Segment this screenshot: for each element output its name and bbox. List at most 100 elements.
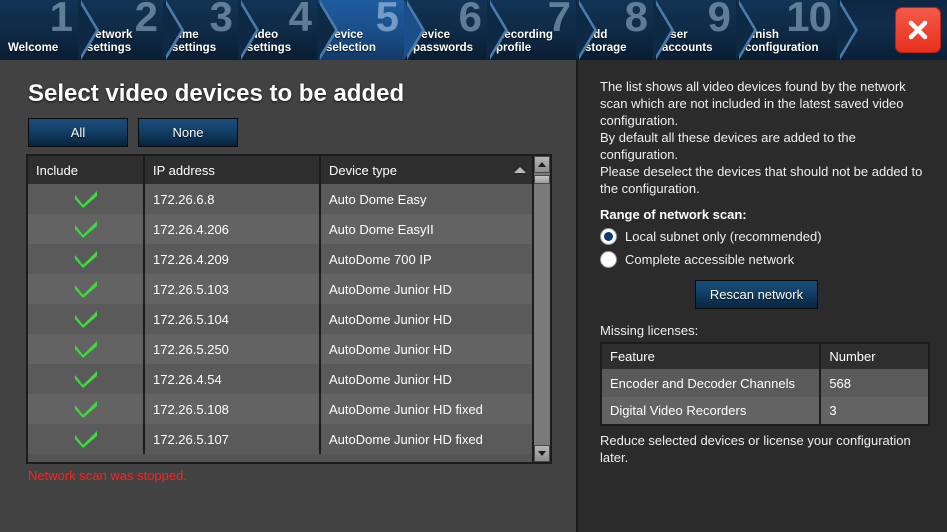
cell-device-type: AutoDome Junior HD (320, 304, 532, 334)
column-header-number: Number (820, 343, 929, 369)
column-header-ip-address[interactable]: IP address (144, 156, 321, 184)
select-all-button[interactable]: All (28, 118, 128, 147)
checkmark-icon (36, 370, 135, 388)
column-header-device-type[interactable]: Device type (320, 156, 532, 184)
cell-ip-address: 172.26.4.209 (144, 244, 321, 274)
checkmark-icon (36, 280, 135, 298)
device-table-container: Include IP address Device type 172.26.6.… (26, 154, 552, 464)
cell-device-type: Auto Dome EasyII (320, 214, 532, 244)
table-row: Encoder and Decoder Channels 568 (601, 369, 929, 397)
wizard-step-label: Welcome (8, 42, 59, 54)
checkmark-icon (36, 220, 135, 238)
wizard-step-number: 8 (624, 0, 648, 40)
radio-option-label: Complete accessible network (625, 252, 795, 267)
licenses-header-row: Feature Number (601, 343, 929, 369)
radio-option-label: Local subnet only (recommended) (625, 229, 822, 244)
cell-ip-address: 172.26.5.107 (144, 424, 321, 454)
cell-device-type: AutoDome Junior HD (320, 334, 532, 364)
close-icon (905, 17, 931, 43)
cell-feature: Digital Video Recorders (601, 397, 822, 425)
missing-licenses-table: Feature Number Encoder and Decoder Chann… (600, 342, 930, 426)
cell-include[interactable] (28, 334, 145, 364)
cell-include[interactable] (28, 424, 145, 454)
cell-ip-address: 172.26.5.108 (144, 394, 321, 424)
cell-include[interactable] (28, 394, 145, 424)
scrollbar-thumb[interactable] (534, 175, 550, 184)
cell-include[interactable] (28, 244, 145, 274)
cell-device-type: AutoDome 700 IP (320, 244, 532, 274)
table-row[interactable]: 172.26.4.54 AutoDome Junior HD (28, 364, 532, 394)
cell-ip-address: 172.26.4.206 (144, 214, 321, 244)
cell-device-type: AutoDome Junior HD fixed (320, 424, 532, 454)
checkmark-icon (36, 310, 135, 328)
wizard-window: 1 Welcome 2 Network settings 3 Time settings 4… (0, 0, 947, 532)
checkmark-icon (36, 190, 135, 208)
selection-buttons: All None (28, 118, 238, 147)
cell-ip-address: 172.26.5.250 (144, 334, 321, 364)
cell-include[interactable] (28, 184, 145, 214)
radio-button[interactable] (600, 228, 617, 245)
cell-device-type: Auto Dome Easy (320, 184, 532, 214)
checkmark-icon (36, 430, 135, 448)
missing-licenses-title: Missing licenses: (600, 323, 699, 338)
cell-device-type: AutoDome Junior HD (320, 364, 532, 394)
cell-include[interactable] (28, 274, 145, 304)
table-row[interactable]: 172.26.6.8 Auto Dome Easy (28, 184, 532, 214)
table-row[interactable]: 172.26.4.209 AutoDome 700 IP (28, 244, 532, 274)
wizard-steps: 1 Welcome 2 Network settings 3 Time settings 4… (0, 0, 886, 60)
table-row[interactable]: 172.26.5.103 AutoDome Junior HD (28, 274, 532, 304)
close-button[interactable] (895, 7, 941, 53)
table-row[interactable]: 172.26.5.250 AutoDome Junior HD (28, 334, 532, 364)
help-panel: The list shows all video devices found b… (580, 60, 947, 532)
table-row[interactable]: 172.26.5.104 AutoDome Junior HD (28, 304, 532, 334)
rescan-button-row: Rescan network (600, 280, 933, 309)
checkmark-icon (36, 400, 135, 418)
device-table-scrollbar[interactable] (532, 156, 550, 462)
cell-number: 568 (820, 369, 929, 397)
cell-device-type: AutoDome Junior HD (320, 274, 532, 304)
wizard-step-number: 1 (49, 0, 73, 40)
checkmark-icon (36, 340, 135, 358)
wizard-step-bar: 1 Welcome 2 Network settings 3 Time settings 4… (0, 0, 947, 60)
device-table-header-row: Include IP address Device type (28, 156, 532, 184)
wizard-step-number: 4 (288, 0, 312, 40)
scroll-down-button[interactable] (534, 445, 550, 462)
column-header-include[interactable]: Include (28, 156, 145, 184)
cell-ip-address: 172.26.5.103 (144, 274, 321, 304)
device-table-body: 172.26.6.8 Auto Dome Easy 172.26.4.206 Auto… (28, 184, 532, 454)
cell-ip-address: 172.26.5.104 (144, 304, 321, 334)
cell-number: 3 (820, 397, 929, 425)
cell-ip-address: 172.26.6.8 (144, 184, 321, 214)
wizard-step-1[interactable]: 1 Welcome (0, 0, 99, 60)
radio-button[interactable] (600, 251, 617, 268)
help-description: The list shows all video devices found b… (600, 79, 923, 196)
scan-status-message: Network scan was stopped. (28, 468, 187, 483)
rescan-network-button[interactable]: Rescan network (694, 280, 819, 309)
cell-include[interactable] (28, 364, 145, 394)
cell-include[interactable] (28, 214, 145, 244)
table-row[interactable]: 172.26.5.107 AutoDome Junior HD fixed (28, 424, 532, 454)
column-header-device-type-label: Device type (329, 162, 397, 178)
cell-device-type: AutoDome Junior HD fixed (320, 394, 532, 424)
radio-option-2[interactable]: Complete accessible network (600, 251, 933, 268)
select-none-button[interactable]: None (138, 118, 238, 147)
table-row[interactable]: 172.26.4.206 Auto Dome EasyII (28, 214, 532, 244)
page-title: Select video devices to be added (28, 80, 405, 107)
chevron-up-icon (538, 162, 546, 167)
sort-ascending-icon (514, 167, 526, 173)
table-row: Digital Video Recorders 3 (601, 397, 929, 425)
column-header-feature: Feature (601, 343, 822, 369)
radio-option-1[interactable]: Local subnet only (recommended) (600, 228, 933, 245)
checkmark-icon (36, 250, 135, 268)
cell-include[interactable] (28, 304, 145, 334)
licenses-table-body: Encoder and Decoder Channels 568 Digital V… (601, 369, 929, 425)
cell-ip-address: 172.26.4.54 (144, 364, 321, 394)
scroll-up-button[interactable] (534, 156, 550, 173)
device-selection-panel: Select video devices to be added All Non… (0, 60, 578, 532)
wizard-step-number: 5 (375, 0, 399, 40)
network-scan-range-heading: Range of network scan: (600, 207, 747, 222)
table-row[interactable]: 172.26.5.108 AutoDome Junior HD fixed (28, 394, 532, 424)
chevron-down-icon (538, 451, 546, 456)
cell-feature: Encoder and Decoder Channels (601, 369, 822, 397)
wizard-step-number: 2 (134, 0, 158, 40)
